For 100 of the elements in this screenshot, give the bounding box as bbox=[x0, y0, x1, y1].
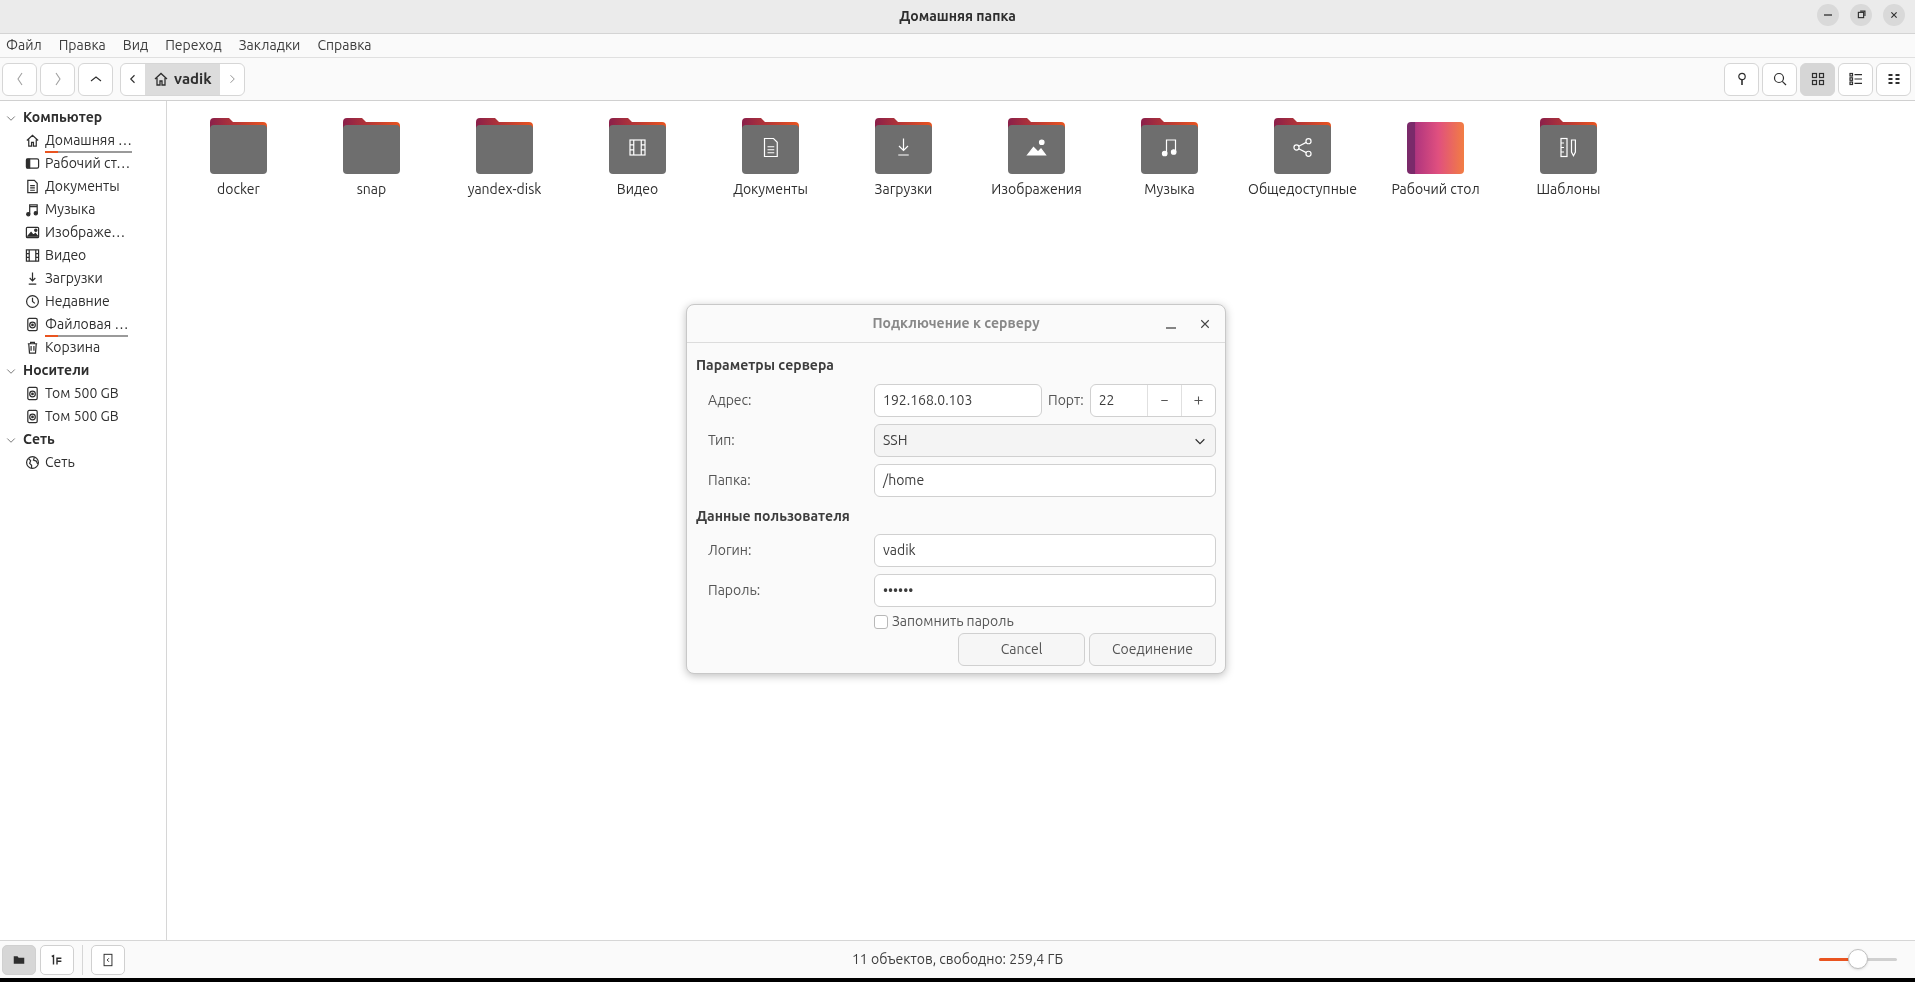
dialog-title: Подключение к серверу bbox=[872, 314, 1040, 333]
sidebar-item[interactable]: Том 500 GB bbox=[0, 382, 166, 405]
password-field[interactable]: •••••• bbox=[874, 574, 1216, 607]
document-icon bbox=[25, 179, 40, 194]
places-button[interactable] bbox=[2, 944, 36, 975]
disk-drive-icon bbox=[25, 317, 40, 332]
checkbox-label: Запомнить пароль bbox=[892, 612, 1014, 631]
file-item[interactable]: Документы bbox=[704, 114, 837, 199]
slider-thumb[interactable] bbox=[1848, 949, 1868, 969]
sidebar-item[interactable]: Сеть bbox=[0, 451, 166, 474]
sidebar-item[interactable]: Документы bbox=[0, 175, 166, 198]
checkbox[interactable] bbox=[874, 614, 888, 629]
list-view-button[interactable] bbox=[1838, 62, 1873, 96]
file-name: snap bbox=[355, 180, 388, 199]
file-item[interactable]: yandex-disk bbox=[438, 114, 571, 199]
sidebar-section-title[interactable]: Носители bbox=[23, 360, 90, 381]
home-icon bbox=[25, 133, 40, 148]
maximize-button[interactable] bbox=[1850, 4, 1872, 26]
file-name: Шаблоны bbox=[1535, 180, 1602, 199]
sidebar-item-label: Том 500 GB bbox=[45, 408, 119, 424]
file-item[interactable]: Музыка bbox=[1103, 114, 1236, 199]
file-name: yandex-disk bbox=[466, 180, 543, 199]
menu-item[interactable]: Переход bbox=[165, 35, 222, 56]
sidebar-item-label: Корзина bbox=[45, 339, 101, 355]
login-field[interactable]: vadik bbox=[874, 534, 1216, 567]
sidebar-item-label: Рабочий ст… bbox=[45, 155, 131, 171]
tree-view-button[interactable] bbox=[40, 944, 74, 975]
close-button[interactable] bbox=[1883, 4, 1905, 26]
download-arrow-folder-icon bbox=[875, 118, 932, 174]
clock-icon bbox=[25, 294, 40, 309]
sidebar-item-label: Сеть bbox=[45, 454, 75, 470]
minimize-icon bbox=[1824, 14, 1832, 16]
file-name: Изображения bbox=[990, 180, 1083, 199]
cancel-button[interactable]: Cancel bbox=[958, 633, 1085, 666]
file-item[interactable]: Рабочий стол bbox=[1369, 114, 1502, 199]
dropdown-value: SSH bbox=[883, 431, 908, 450]
file-item[interactable]: snap bbox=[305, 114, 438, 199]
sidebar-item[interactable]: Домашняя … bbox=[0, 129, 166, 152]
folder-icon bbox=[476, 118, 533, 174]
sidebar-item-label: Файловая … bbox=[45, 316, 129, 332]
field-label: Папка: bbox=[707, 471, 752, 490]
menu-item[interactable]: Вид bbox=[122, 35, 149, 56]
sidebar-item[interactable]: Музыка bbox=[0, 198, 166, 221]
share-folder-icon bbox=[1274, 118, 1331, 174]
sidebar-item[interactable]: Корзина bbox=[0, 336, 166, 359]
home-icon bbox=[153, 71, 169, 87]
list-view-icon bbox=[1847, 71, 1864, 87]
file-item[interactable]: Изображения bbox=[970, 114, 1103, 199]
folder-icon bbox=[210, 118, 267, 174]
sidebar-item-label: Недавние bbox=[45, 293, 110, 309]
plus-icon bbox=[1192, 394, 1205, 407]
file-name: Рабочий стол bbox=[1390, 180, 1481, 199]
sidebar-toggle-button[interactable] bbox=[91, 944, 125, 975]
field-label: Адрес: bbox=[707, 391, 753, 410]
sidebar-section-title[interactable]: Сеть bbox=[23, 429, 55, 450]
sidebar-icon bbox=[101, 952, 115, 967]
field-label: Логин: bbox=[707, 541, 753, 560]
sidebar-item[interactable]: Изображе… bbox=[0, 221, 166, 244]
file-name: Документы bbox=[732, 180, 809, 199]
sidebar-section-title[interactable]: Компьютер bbox=[23, 107, 103, 128]
picture-icon bbox=[25, 225, 40, 240]
file-name: Общедоступные bbox=[1247, 180, 1358, 199]
folder-icon bbox=[343, 118, 400, 174]
search-button[interactable] bbox=[1762, 62, 1797, 96]
menu-item[interactable]: Файл bbox=[6, 35, 42, 56]
file-item[interactable]: Видео bbox=[571, 114, 704, 199]
file-item[interactable]: Загрузки bbox=[837, 114, 970, 199]
section-heading: Параметры сервера bbox=[696, 356, 835, 375]
address-field[interactable]: 192.168.0.103 bbox=[874, 384, 1042, 417]
file-item[interactable]: Общедоступные bbox=[1236, 114, 1369, 199]
sidebar-item[interactable]: Видео bbox=[0, 244, 166, 267]
field-label: Порт: bbox=[1048, 391, 1084, 410]
compact-view-button[interactable] bbox=[1876, 62, 1911, 96]
type-dropdown[interactable]: SSH bbox=[874, 424, 1216, 457]
file-item[interactable]: docker bbox=[172, 114, 305, 199]
minimize-button[interactable] bbox=[1817, 4, 1839, 26]
sidebar-item-label: Загрузки bbox=[45, 270, 103, 286]
location-pin-button[interactable] bbox=[1724, 62, 1759, 96]
ruler-pencil-folder-icon bbox=[1540, 118, 1597, 174]
connect-button[interactable]: Соединение bbox=[1089, 633, 1216, 666]
field-label: Пароль: bbox=[707, 581, 762, 600]
menu-item[interactable]: Закладки bbox=[238, 35, 301, 56]
sidebar-item[interactable]: Недавние bbox=[0, 290, 166, 313]
sidebar-item[interactable]: Том 500 GB bbox=[0, 405, 166, 428]
file-item[interactable]: Шаблоны bbox=[1502, 114, 1635, 199]
sidebar-item-label: Изображе… bbox=[45, 224, 126, 240]
menu-item[interactable]: Справка bbox=[317, 35, 372, 56]
sidebar-item-label: Музыка bbox=[45, 201, 96, 217]
field-label: Тип: bbox=[707, 431, 736, 450]
folder-icon bbox=[13, 953, 25, 966]
music-note-icon bbox=[25, 202, 40, 217]
disk-drive-icon bbox=[25, 386, 40, 401]
menu-item[interactable]: Правка bbox=[58, 35, 106, 56]
path-crumb[interactable]: vadik bbox=[145, 63, 220, 95]
grid-view-button[interactable] bbox=[1800, 62, 1835, 96]
folder-field[interactable]: /home bbox=[874, 464, 1216, 497]
sidebar-item-label: Видео bbox=[45, 247, 87, 263]
sidebar-item[interactable]: Файловая … bbox=[0, 313, 166, 336]
sidebar-item[interactable]: Рабочий ст… bbox=[0, 152, 166, 175]
sidebar-item[interactable]: Загрузки bbox=[0, 267, 166, 290]
